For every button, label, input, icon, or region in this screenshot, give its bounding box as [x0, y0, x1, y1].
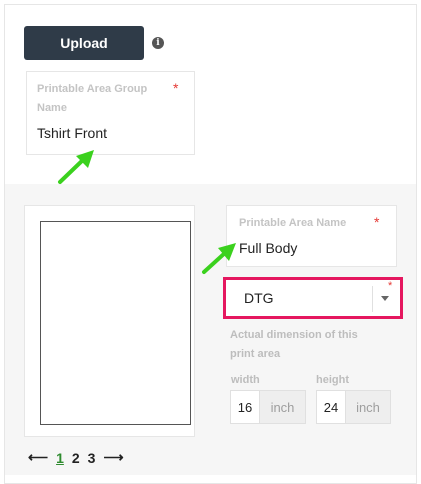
height-input[interactable]: 24 [317, 391, 345, 423]
annotation-arrow-icon [202, 243, 236, 274]
area-name-card[interactable]: Printable Area Name * Full Body [226, 205, 397, 267]
print-method-select[interactable]: DTG * [223, 277, 403, 319]
required-mark: * [173, 80, 179, 96]
page-link-2[interactable]: 2 [72, 450, 80, 466]
width-field[interactable]: 16 inch [230, 390, 306, 424]
next-page-arrow[interactable]: ⟶ [103, 449, 123, 466]
group-name-label: Printable Area Group Name [37, 83, 148, 114]
prev-page-arrow[interactable]: ⟵ [28, 449, 48, 466]
print-area-preview [24, 205, 195, 437]
annotation-arrow-icon [58, 150, 94, 184]
upload-button[interactable]: Upload [24, 26, 144, 60]
page-link-3[interactable]: 3 [88, 450, 96, 466]
required-mark: * [388, 280, 393, 292]
height-label: height [316, 374, 349, 386]
height-field[interactable]: 24 inch [316, 390, 391, 424]
print-method-value: DTG [244, 290, 274, 306]
area-name-value[interactable]: Full Body [239, 240, 297, 256]
height-unit: inch [345, 391, 390, 423]
dimension-caption: Actual dimension of this print area [230, 329, 358, 360]
area-name-label: Printable Area Name [239, 217, 347, 229]
chevron-down-icon[interactable] [381, 296, 389, 301]
group-name-card[interactable]: Printable Area Group Name * Tshirt Front [26, 71, 195, 155]
pagination: ⟵ 1 2 3 ⟶ [28, 449, 124, 466]
required-mark: * [374, 214, 380, 230]
print-area-outline[interactable] [40, 221, 191, 425]
width-unit: inch [259, 391, 305, 423]
width-label: width [231, 374, 260, 386]
info-icon[interactable]: i [152, 37, 164, 49]
select-divider [372, 286, 373, 312]
group-name-value[interactable]: Tshirt Front [37, 125, 107, 141]
width-input[interactable]: 16 [231, 391, 259, 423]
page-link-1[interactable]: 1 [56, 450, 64, 466]
